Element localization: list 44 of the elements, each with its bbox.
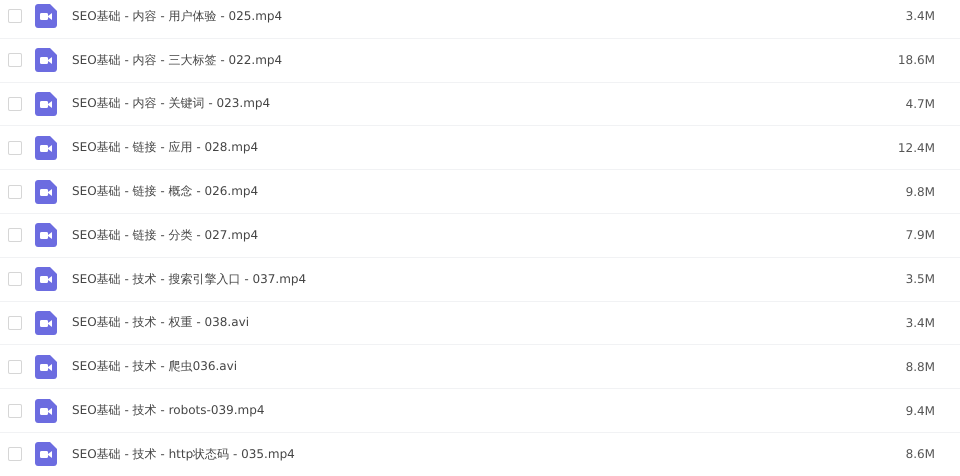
file-size: 9.4M (904, 404, 935, 418)
video-file-icon (35, 310, 57, 335)
file-name[interactable]: SEO基础 - 内容 - 三大标签 - 022.mp4 (72, 52, 855, 69)
video-file-icon (35, 92, 57, 116)
video-file-icon (35, 223, 57, 248)
file-size: 8.8M (904, 360, 935, 374)
checkbox[interactable] (8, 316, 22, 330)
file-name[interactable]: SEO基础 - 技术 - 搜索引擎入口 - 037.mp4 (72, 270, 855, 288)
file-name[interactable]: SEO基础 - 技术 - 爬虫036.avi (72, 358, 855, 376)
file-size: 7.9M (904, 228, 935, 242)
file-size: 3.4M (904, 9, 935, 24)
video-file-icon (35, 267, 57, 292)
checkbox[interactable] (8, 96, 22, 111)
checkbox[interactable] (8, 404, 22, 418)
video-file-icon (35, 442, 57, 466)
file-name[interactable]: SEO基础 - 技术 - 权重 - 038.avi (72, 314, 855, 332)
file-name[interactable]: SEO基础 - 链接 - 分类 - 027.mp4 (72, 226, 855, 244)
checkbox[interactable] (8, 140, 22, 155)
video-file-icon (35, 48, 57, 72)
video-file-icon (35, 180, 57, 204)
checkbox[interactable] (8, 360, 22, 374)
checkbox[interactable] (8, 228, 22, 242)
file-name[interactable]: SEO基础 - 链接 - 概念 - 026.mp4 (72, 183, 855, 200)
file-name[interactable]: SEO基础 - 链接 - 应用 - 028.mp4 (72, 139, 855, 156)
file-size: 3.5M (904, 272, 935, 286)
checkbox[interactable] (8, 9, 22, 24)
file-size: 18.6M (896, 53, 935, 68)
file-size: 12.4M (896, 140, 935, 155)
video-file-icon (35, 4, 57, 28)
file-name[interactable]: SEO基础 - 内容 - 用户体验 - 025.mp4 (72, 8, 855, 25)
checkbox[interactable] (8, 272, 22, 286)
file-name[interactable]: SEO基础 - 技术 - http状态码 - 035.mp4 (72, 446, 855, 463)
file-size: 3.4M (904, 316, 935, 330)
file-size: 8.6M (904, 447, 935, 462)
file-name[interactable]: SEO基础 - 技术 - robots-039.mp4 (72, 402, 855, 420)
video-file-icon (35, 398, 57, 423)
file-size: 9.8M (904, 184, 935, 199)
checkbox[interactable] (8, 447, 22, 462)
checkbox[interactable] (8, 53, 22, 68)
video-file-icon (35, 136, 57, 160)
file-size: 4.7M (904, 96, 935, 111)
checkbox[interactable] (8, 184, 22, 199)
video-file-icon (35, 354, 57, 379)
file-name[interactable]: SEO基础 - 内容 - 关键词 - 023.mp4 (72, 95, 855, 112)
